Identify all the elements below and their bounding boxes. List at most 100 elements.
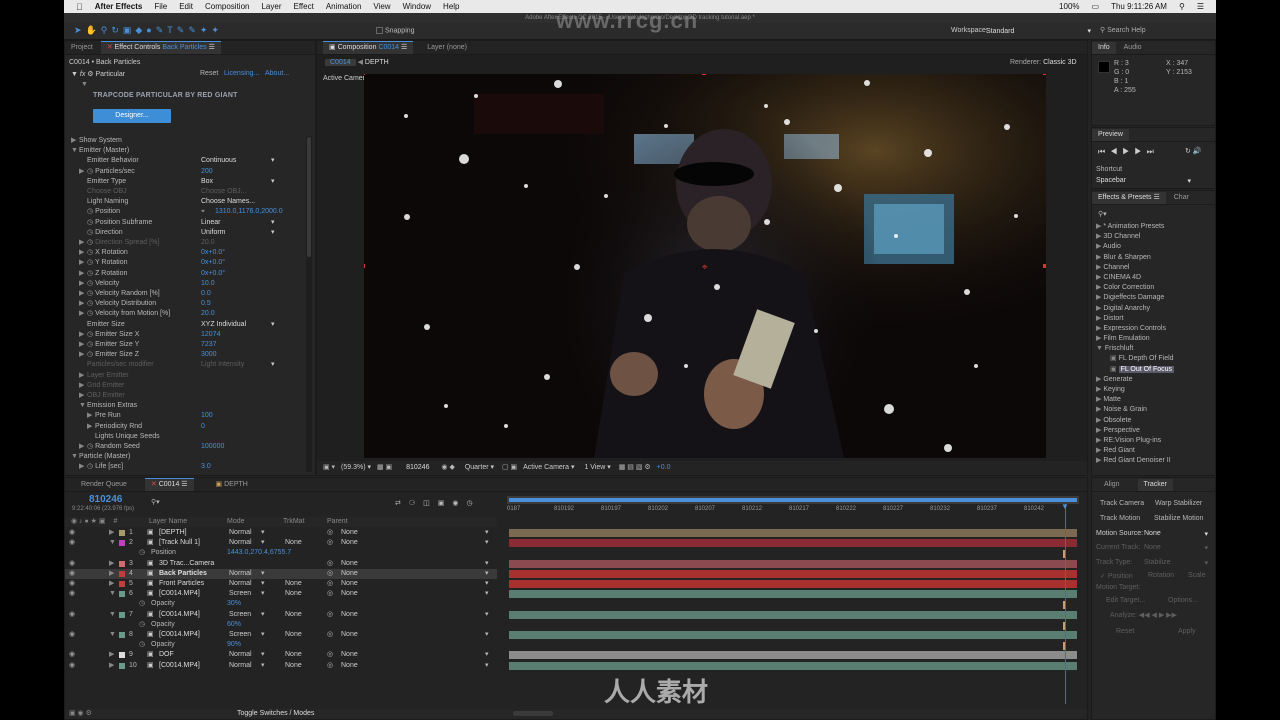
apple-icon[interactable]: : [76, 2, 83, 12]
stopwatch-icon[interactable]: ◷: [87, 259, 95, 266]
stopwatch-icon[interactable]: ◷: [87, 208, 95, 215]
property-value[interactable]: Choose Names...: [201, 197, 255, 207]
analyze-label[interactable]: Analyze: ◀◀ ◀ ▶ ▶▶: [1110, 611, 1177, 619]
menu-animation[interactable]: Animation: [326, 2, 362, 11]
warp-stabilizer-button[interactable]: Warp Stabilizer: [1155, 500, 1202, 507]
effect-property-row[interactable]: ▶ ◷ Velocity Random [%] 0.0: [65, 289, 305, 299]
reset-link[interactable]: Reset: [200, 70, 218, 77]
stopwatch-icon[interactable]: ◷: [139, 640, 145, 650]
property-value[interactable]: 0x+0.0°: [201, 258, 225, 268]
effect-property-row[interactable]: ▶ Show System: [65, 136, 305, 146]
dropdown-icon[interactable]: ▾: [271, 228, 275, 238]
effect-category-item[interactable]: ▶ Color Correction: [1096, 283, 1212, 293]
twirl-icon[interactable]: ▶: [79, 299, 87, 309]
stopwatch-icon[interactable]: ◷: [87, 310, 95, 317]
effect-property-row[interactable]: Lights Unique Seeds: [65, 432, 305, 442]
layer-name[interactable]: [C0014.MP4]: [159, 589, 200, 599]
layer-property-row[interactable]: ◷ Opacity 60%: [65, 620, 497, 630]
dropdown-icon[interactable]: ▾: [271, 320, 275, 330]
dropdown-icon[interactable]: ▾: [485, 569, 489, 579]
visibility-icon[interactable]: ◉: [69, 662, 75, 669]
playback-controls[interactable]: ⏮◀▶▶⏭: [1098, 147, 1159, 157]
dropdown-icon[interactable]: ▾: [271, 177, 275, 187]
blend-mode-select[interactable]: Normal: [229, 569, 252, 579]
stopwatch-icon[interactable]: ◷: [87, 331, 95, 338]
zoom-select[interactable]: (59.3%) ▾: [341, 464, 371, 471]
tab-render-queue[interactable]: Render Queue: [75, 479, 133, 491]
property-value[interactable]: 0: [201, 422, 205, 432]
motion-source-select[interactable]: None ▾: [1144, 530, 1208, 538]
twirl-icon[interactable]: ▶: [109, 579, 114, 589]
layer-name[interactable]: [C0014.MP4]: [159, 610, 200, 620]
effect-property-row[interactable]: ▶ ◷ Direction Spread [%] 20.0: [65, 238, 305, 248]
dropdown-icon[interactable]: ▾: [261, 610, 265, 620]
visibility-icon[interactable]: ◉: [69, 560, 75, 567]
effect-property-row[interactable]: ▶ ◷ Y Rotation 0x+0.0°: [65, 258, 305, 268]
dropdown-icon[interactable]: ▾: [261, 569, 265, 579]
rotation-checkbox[interactable]: Rotation: [1148, 572, 1174, 579]
stopwatch-icon[interactable]: ◷: [87, 443, 95, 450]
twirl-icon[interactable]: ▼: [109, 538, 116, 548]
playhead-icon[interactable]: ▼: [1061, 502, 1069, 511]
layer-duration-bar[interactable]: [509, 610, 1077, 619]
stopwatch-icon[interactable]: ◷: [87, 219, 95, 226]
zoom-slider[interactable]: [513, 711, 553, 716]
twirl-icon[interactable]: ▶: [87, 411, 95, 421]
anchor-point-icon[interactable]: ⌖: [702, 262, 708, 273]
stopwatch-icon[interactable]: ◷: [87, 341, 95, 348]
layer-row[interactable]: ◉ ▶ 5 ▣ Front Particles Normal ▾ None ◎ None ▾: [65, 579, 497, 589]
playhead[interactable]: [1065, 504, 1066, 704]
trkmat-select[interactable]: None: [285, 630, 302, 640]
exposure-value[interactable]: +0.0: [657, 464, 671, 471]
effect-category-item[interactable]: ▶ Generate: [1096, 375, 1212, 385]
layer-name[interactable]: Back Particles: [159, 569, 207, 579]
tool-icons[interactable]: ➤✋⚲↻▣◆●✎T✎✎✦✦: [74, 25, 223, 36]
footer-icons[interactable]: ▣ ◉ ⚙: [69, 710, 92, 717]
tab-project[interactable]: Project: [65, 42, 99, 54]
blend-mode-select[interactable]: Screen: [229, 610, 251, 620]
trkmat-select[interactable]: None: [285, 661, 302, 671]
twirl-icon[interactable]: ▼: [109, 589, 116, 599]
twirl-icon[interactable]: ▶: [79, 340, 87, 350]
search-icon[interactable]: ⚲: [1179, 2, 1185, 11]
blend-mode-select[interactable]: Normal: [229, 538, 252, 548]
effect-property-row[interactable]: Emitter Type Box ▾: [65, 177, 305, 187]
twirl-icon[interactable]: ▶: [109, 528, 114, 538]
tab-audio[interactable]: Audio: [1118, 42, 1148, 54]
effect-category-item[interactable]: ▶ Blur & Sharpen: [1096, 253, 1212, 263]
twirl-icon[interactable]: ▶: [79, 167, 87, 177]
effect-category-item[interactable]: ▶ Channel: [1096, 263, 1212, 273]
effect-property-row[interactable]: ▶ ◷ Random Seed 100000: [65, 442, 305, 452]
about-link[interactable]: About...: [265, 70, 289, 77]
track-type-select[interactable]: Stabilize ▾: [1144, 559, 1208, 567]
stopwatch-icon[interactable]: ◷: [87, 168, 95, 175]
dropdown-icon[interactable]: ▾: [485, 528, 489, 538]
effect-property-row[interactable]: ▶ ◷ Velocity from Motion [%] 20.0: [65, 309, 305, 319]
label-color-swatch[interactable]: [119, 632, 125, 638]
effect-category-item[interactable]: ▶ Audio: [1096, 242, 1212, 252]
label-color-swatch[interactable]: [119, 662, 125, 669]
blend-mode-select[interactable]: Screen: [229, 589, 251, 599]
time-ruler[interactable]: 0187 810192 810197 810202 810207 810212 810217…: [507, 504, 1079, 516]
twirl-icon[interactable]: ▶: [79, 381, 87, 391]
blend-mode-select[interactable]: Normal: [229, 579, 252, 589]
pickwhip-icon[interactable]: ◎: [327, 589, 333, 599]
effect-category-item[interactable]: ▶ * Animation Presets: [1096, 222, 1212, 232]
stabilize-motion-button[interactable]: Stabilize Motion: [1154, 515, 1203, 522]
property-value[interactable]: 0.0: [201, 289, 211, 299]
twirl-icon[interactable]: ▶: [79, 371, 87, 381]
dropdown-icon[interactable]: ▾: [485, 610, 489, 620]
stopwatch-icon[interactable]: ◷: [139, 620, 145, 630]
toggle-icon[interactable]: ▣ ▾: [323, 464, 335, 471]
layer-row[interactable]: ◉ ▶ 10 ▣ [C0014.MP4] Normal ▾ None ◎ None ▾: [65, 661, 497, 671]
stopwatch-icon[interactable]: ◷: [87, 280, 95, 287]
effect-category-item[interactable]: ▶ Keying: [1096, 385, 1212, 395]
twirl-icon[interactable]: ▶: [79, 269, 87, 279]
effect-category-item[interactable]: ▶ Perspective: [1096, 426, 1212, 436]
twirl-icon[interactable]: ▶: [79, 442, 87, 452]
effect-category-item[interactable]: ▶ Obsolete: [1096, 416, 1212, 426]
views-select[interactable]: 1 View ▾: [584, 464, 610, 471]
crumb-depth[interactable]: DEPTH: [365, 59, 389, 66]
trkmat-select[interactable]: None: [285, 610, 302, 620]
work-area-bar[interactable]: [507, 496, 1079, 504]
